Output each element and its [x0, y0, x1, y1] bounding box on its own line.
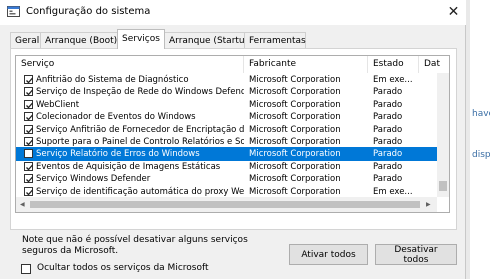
service-checkbox[interactable] [24, 99, 33, 109]
disable-all-button[interactable]: Desativar todos [375, 244, 457, 265]
tab-services[interactable]: Serviços [117, 29, 165, 49]
checkmark-icon [26, 77, 33, 84]
service-checkbox[interactable] [24, 112, 33, 122]
service-checkbox[interactable] [24, 186, 33, 196]
column-header-status[interactable]: Estado [368, 56, 419, 73]
hide-ms-services-label: Ocultar todos os serviços da Microsoft [37, 263, 209, 273]
tab-general[interactable]: Geral [10, 32, 41, 48]
column-header-date[interactable]: Dat [419, 56, 449, 73]
service-checkbox[interactable] [24, 161, 33, 171]
vertical-scrollbar[interactable] [437, 73, 449, 197]
list-header: Serviço Fabricante Estado Dat [16, 56, 449, 73]
scroll-right-icon[interactable]: ▶ [426, 201, 431, 208]
checkmark-icon [26, 102, 33, 109]
checkmark-icon [26, 127, 33, 134]
service-checkbox[interactable] [24, 87, 33, 97]
checkmark-icon [26, 139, 33, 146]
service-checkbox[interactable] [24, 149, 33, 159]
window-title: Configuração do sistema [26, 6, 151, 17]
system-config-icon [7, 6, 20, 17]
column-header-manufacturer[interactable]: Fabricante [244, 56, 368, 73]
service-checkbox[interactable] [24, 174, 33, 184]
checkmark-icon [26, 89, 33, 96]
checkbox-box[interactable] [21, 264, 31, 274]
services-list: Serviço Fabricante Estado Dat Anfitrião … [15, 55, 450, 213]
tab-boot[interactable]: Arranque (Boot) [40, 32, 118, 48]
checkmark-icon [26, 164, 33, 171]
vertical-scroll-thumb[interactable] [439, 181, 447, 191]
background-text: have [472, 109, 490, 119]
tab-tools[interactable]: Ferramentas [244, 32, 306, 48]
checkmark-icon [26, 189, 33, 196]
scroll-left-icon[interactable]: ◀ [20, 201, 25, 208]
horizontal-scrollbar[interactable]: ◀ ▶ [16, 197, 437, 212]
checkmark-icon [26, 114, 33, 121]
background-window [470, 0, 490, 279]
close-button[interactable]: ✕ [441, 0, 466, 24]
background-text: displ [472, 150, 490, 160]
service-checkbox[interactable] [24, 124, 33, 134]
close-icon: ✕ [447, 4, 460, 20]
system-configuration-window: Configuração do sistema ✕ Geral Arranque… [0, 0, 466, 279]
column-header-service[interactable]: Serviço [16, 56, 244, 73]
enable-all-button[interactable]: Ativar todos [289, 244, 368, 265]
title-bar: Configuração do sistema ✕ [0, 0, 466, 25]
horizontal-scroll-thumb[interactable] [30, 201, 420, 208]
note-text: Note que não é possível desativar alguns… [22, 235, 248, 256]
checkmark-icon [26, 176, 33, 183]
tab-startup[interactable]: Arranque (Startup) [164, 32, 254, 48]
service-checkbox[interactable] [24, 137, 33, 146]
service-checkbox[interactable] [24, 75, 33, 84]
